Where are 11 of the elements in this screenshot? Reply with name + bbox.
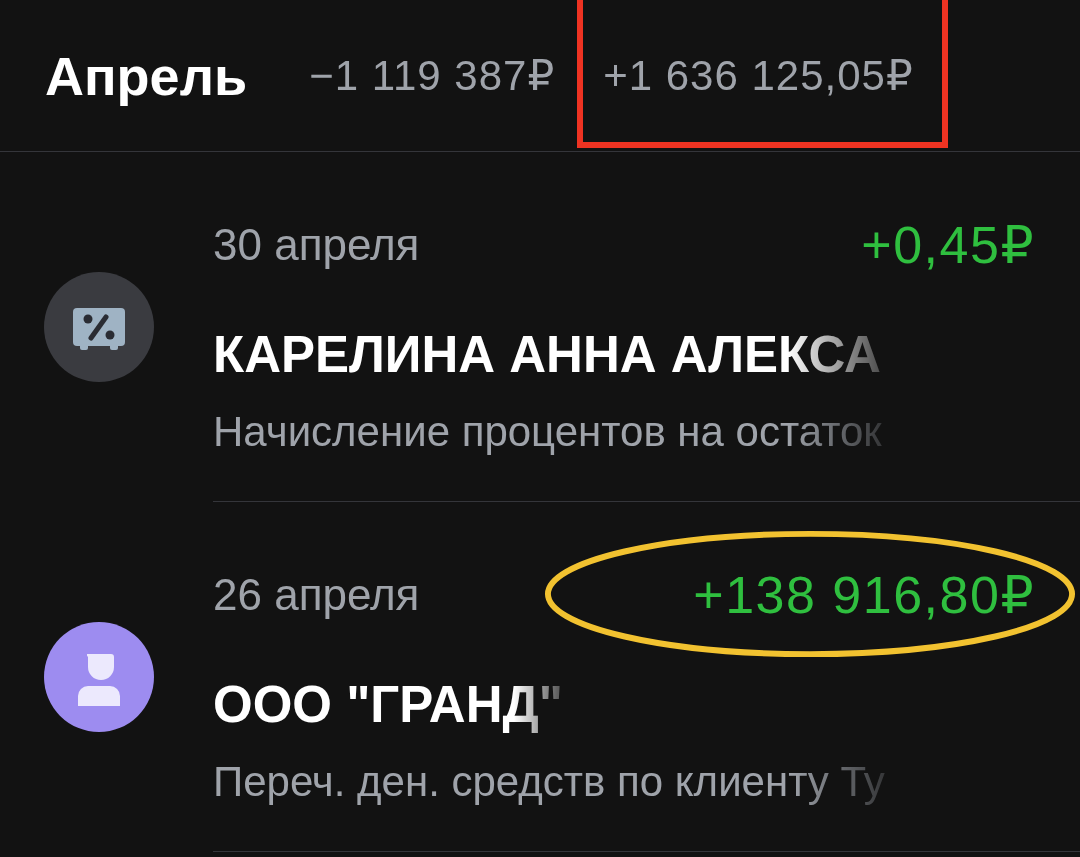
- operation-date: 30 апреля: [213, 220, 420, 270]
- operation-date: 26 апреля: [213, 570, 420, 620]
- operation-description: Переч. ден. средств по клиенту Ту: [213, 757, 885, 807]
- month-title: Апрель: [45, 44, 248, 107]
- operation-description: Начисление процентов на остаток: [213, 407, 882, 457]
- operation-name: КАРЕЛИНА АННА АЛЕКСА: [213, 325, 881, 385]
- operation-amount: +0,45₽: [861, 216, 1035, 274]
- expense-total: −1 119 387₽: [309, 52, 556, 99]
- income-total: +1 636 125,05₽: [603, 52, 914, 99]
- operation-amount: +138 916,80₽: [693, 566, 1035, 624]
- operation-name: ООО "ГРАНД": [213, 675, 563, 735]
